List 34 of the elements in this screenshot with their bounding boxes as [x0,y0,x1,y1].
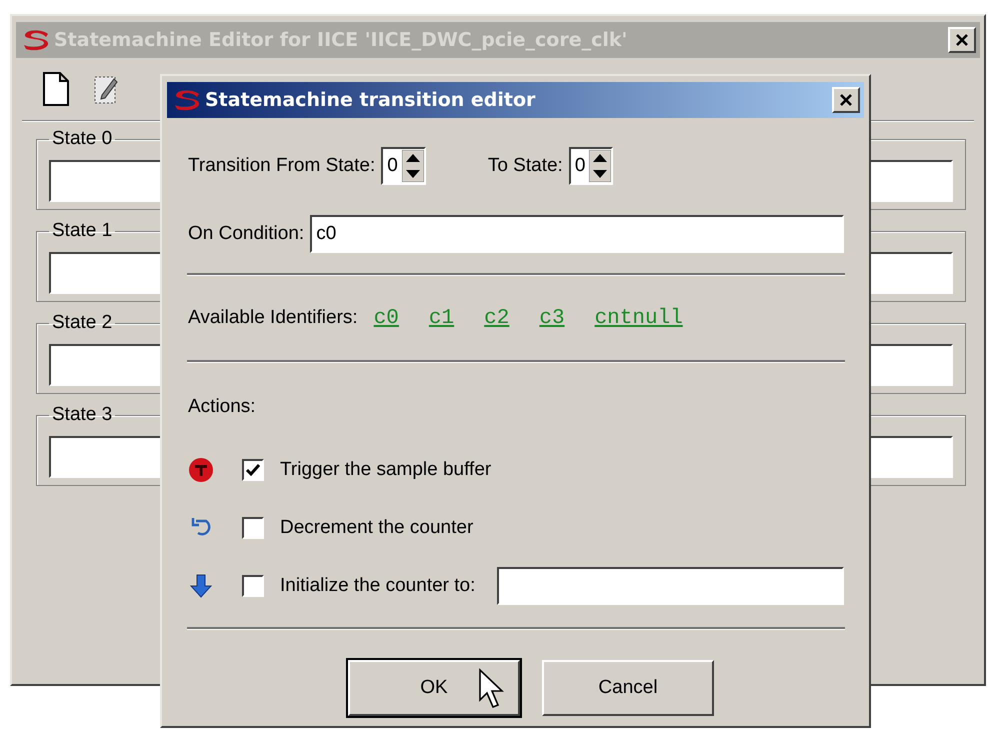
spin-box[interactable]: 0 [568,147,614,185]
checkbox[interactable] [242,517,264,539]
logo-icon [22,29,50,51]
section-label: Actions: [188,396,257,419]
group-label: State 1 [51,220,114,242]
dialog-button[interactable]: OK [348,660,520,716]
field-label: Transition From State: [188,155,376,177]
spin-value: 0 [574,155,586,177]
checkbox[interactable] [242,459,264,481]
checkbox-label: Decrement the counter [280,517,474,539]
close-icon [956,34,968,46]
marker-icon [188,457,214,483]
dialog-button[interactable]: Cancel [542,660,714,716]
field-label: Available Identifiers: [188,307,358,329]
spin-arrows-icon[interactable] [402,150,424,182]
group-label: State 0 [51,128,114,150]
spin-box[interactable]: 0 [381,147,426,185]
condition-field[interactable]: c0 [310,215,844,253]
counter-field[interactable] [497,567,844,605]
field-label: To State: [488,155,563,177]
group-label: State 2 [51,312,114,334]
document-icon[interactable] [42,71,70,107]
spin-value: 0 [387,155,398,177]
spin-arrows-icon[interactable] [589,150,612,182]
dialog-title: Statemachine transition editor [205,89,536,111]
group-label: State 3 [51,404,114,426]
checkbox-label: Trigger the sample buffer [280,459,492,481]
down-arrow-icon [188,573,214,599]
checkbox[interactable] [242,575,264,597]
field-label: On Condition: [188,223,304,245]
checkbox-label: Initialize the counter to: [280,575,476,597]
close-button[interactable] [832,87,860,113]
close-icon [840,94,852,106]
logo-icon [173,89,201,111]
